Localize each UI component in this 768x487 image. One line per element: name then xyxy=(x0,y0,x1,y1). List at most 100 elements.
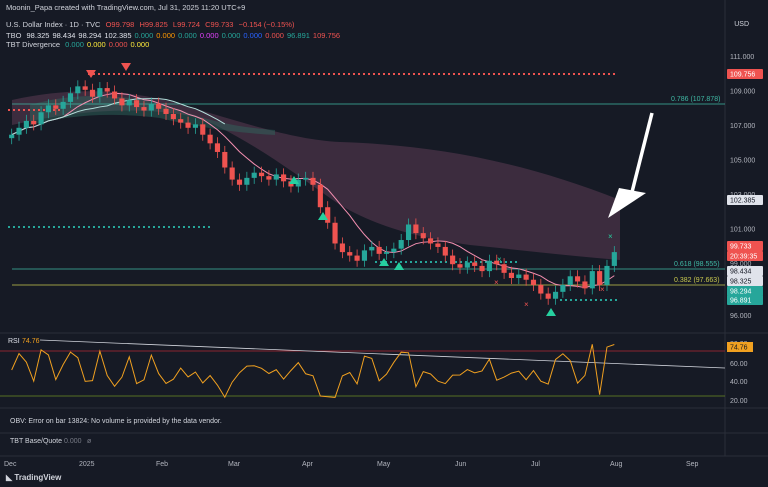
candle[interactable] xyxy=(376,246,382,254)
candle[interactable] xyxy=(45,105,51,113)
candle[interactable] xyxy=(185,122,191,128)
rsi-pane[interactable] xyxy=(0,334,725,408)
candle[interactable] xyxy=(156,103,162,109)
candle[interactable] xyxy=(464,262,470,268)
candle[interactable] xyxy=(508,272,515,279)
candle[interactable] xyxy=(141,107,147,111)
candle[interactable] xyxy=(266,176,272,180)
candle[interactable] xyxy=(89,89,96,97)
indicator-value: 102.385 xyxy=(104,31,132,40)
candle[interactable] xyxy=(53,105,59,109)
candle[interactable] xyxy=(611,252,617,266)
price-tag-label: 98.434 xyxy=(730,269,752,276)
candle[interactable] xyxy=(383,252,390,254)
candle[interactable] xyxy=(60,101,66,109)
candle[interactable] xyxy=(303,177,309,180)
candle[interactable] xyxy=(516,274,522,279)
candle[interactable] xyxy=(16,127,22,135)
rsi-tick: 40.00 xyxy=(730,379,748,386)
time-axis[interactable]: Dec 2025 Feb Mar Apr May Jun Jul Aug Sep xyxy=(4,461,699,468)
candle[interactable] xyxy=(457,264,463,268)
candle[interactable] xyxy=(192,124,198,128)
tbt-label[interactable]: TBT Divergence xyxy=(6,40,60,49)
candle[interactable] xyxy=(111,91,118,99)
candle[interactable] xyxy=(560,284,566,292)
candle[interactable] xyxy=(67,93,74,102)
candle[interactable] xyxy=(207,134,213,144)
candle[interactable] xyxy=(501,264,507,273)
candle[interactable] xyxy=(552,291,559,299)
candle[interactable] xyxy=(119,98,125,106)
candle[interactable] xyxy=(251,172,257,178)
symbol-line[interactable]: U.S. Dollar Index · 1D · TVC O99.798 H99… xyxy=(6,20,297,30)
candle[interactable] xyxy=(530,279,537,285)
candle[interactable] xyxy=(200,124,206,135)
candle[interactable] xyxy=(163,108,169,114)
candle[interactable] xyxy=(567,276,573,285)
candle[interactable] xyxy=(178,119,184,123)
candle[interactable] xyxy=(317,184,323,208)
candle[interactable] xyxy=(405,224,412,241)
candle[interactable] xyxy=(450,255,456,265)
candle[interactable] xyxy=(310,177,316,185)
candle[interactable] xyxy=(354,255,360,261)
candle[interactable] xyxy=(82,86,88,90)
candle[interactable] xyxy=(170,113,176,120)
candle[interactable] xyxy=(413,224,419,234)
candle[interactable] xyxy=(428,238,434,244)
candle[interactable] xyxy=(273,174,279,180)
candle[interactable] xyxy=(479,265,485,272)
candle[interactable] xyxy=(486,260,492,272)
candle[interactable] xyxy=(148,103,154,111)
candle[interactable] xyxy=(523,274,529,280)
candle[interactable] xyxy=(214,143,221,152)
candle[interactable] xyxy=(347,252,353,256)
tradingview-logo[interactable]: ◣ TradingView xyxy=(6,473,61,482)
candle[interactable] xyxy=(97,88,103,97)
candle[interactable] xyxy=(398,240,404,249)
candle[interactable] xyxy=(582,281,588,289)
candle[interactable] xyxy=(597,271,603,285)
candle[interactable] xyxy=(104,88,110,92)
candle[interactable] xyxy=(391,248,397,253)
fib-label: 0.618 (98.555) xyxy=(674,261,720,268)
candle[interactable] xyxy=(75,86,81,94)
candle[interactable] xyxy=(339,243,345,253)
candle[interactable] xyxy=(222,151,228,168)
candle[interactable] xyxy=(361,250,368,261)
candle[interactable] xyxy=(325,207,331,223)
candle[interactable] xyxy=(604,265,610,285)
candle[interactable] xyxy=(472,262,478,266)
candle[interactable] xyxy=(589,271,595,289)
candle[interactable] xyxy=(236,179,243,185)
indicator-value: 109.756 xyxy=(312,31,341,40)
currency-label[interactable]: USD xyxy=(731,20,752,29)
indicator-value: 98.294 xyxy=(78,31,102,40)
candle[interactable] xyxy=(538,284,544,294)
candle[interactable] xyxy=(435,243,441,247)
tbt-indicator-line[interactable]: TBT Divergence 0.000 0.000 0.000 0.000 xyxy=(6,40,152,50)
price-tag-label: 102.385 xyxy=(730,198,755,205)
indicator-value: 98.325 xyxy=(26,31,50,40)
candle[interactable] xyxy=(23,120,29,128)
tbo-label[interactable]: TBO xyxy=(6,31,21,40)
candle[interactable] xyxy=(442,246,448,256)
candle[interactable] xyxy=(126,100,132,106)
candle[interactable] xyxy=(281,174,287,182)
candle[interactable] xyxy=(369,246,375,251)
candle[interactable] xyxy=(420,233,426,239)
candle[interactable] xyxy=(244,177,250,185)
candle[interactable] xyxy=(258,172,265,177)
candle[interactable] xyxy=(545,293,551,299)
chart-canvas[interactable]: 0.786 (107.878) 0.618 (98.555) 0.382 (97… xyxy=(0,0,768,487)
price-tags: 109.756 102.385 99.733 20:39:35 98.434 98.325… xyxy=(727,69,763,305)
candle[interactable] xyxy=(575,276,581,282)
candle[interactable] xyxy=(9,134,15,139)
rsi-axis[interactable]: 80.0060.0040.0020.0074.76 xyxy=(727,341,753,405)
candle[interactable] xyxy=(229,167,235,180)
symbol-title[interactable]: U.S. Dollar Index · 1D · TVC xyxy=(6,20,100,29)
candle[interactable] xyxy=(134,100,140,108)
candle[interactable] xyxy=(31,120,37,125)
candle[interactable] xyxy=(332,222,338,244)
candle[interactable] xyxy=(38,112,44,125)
